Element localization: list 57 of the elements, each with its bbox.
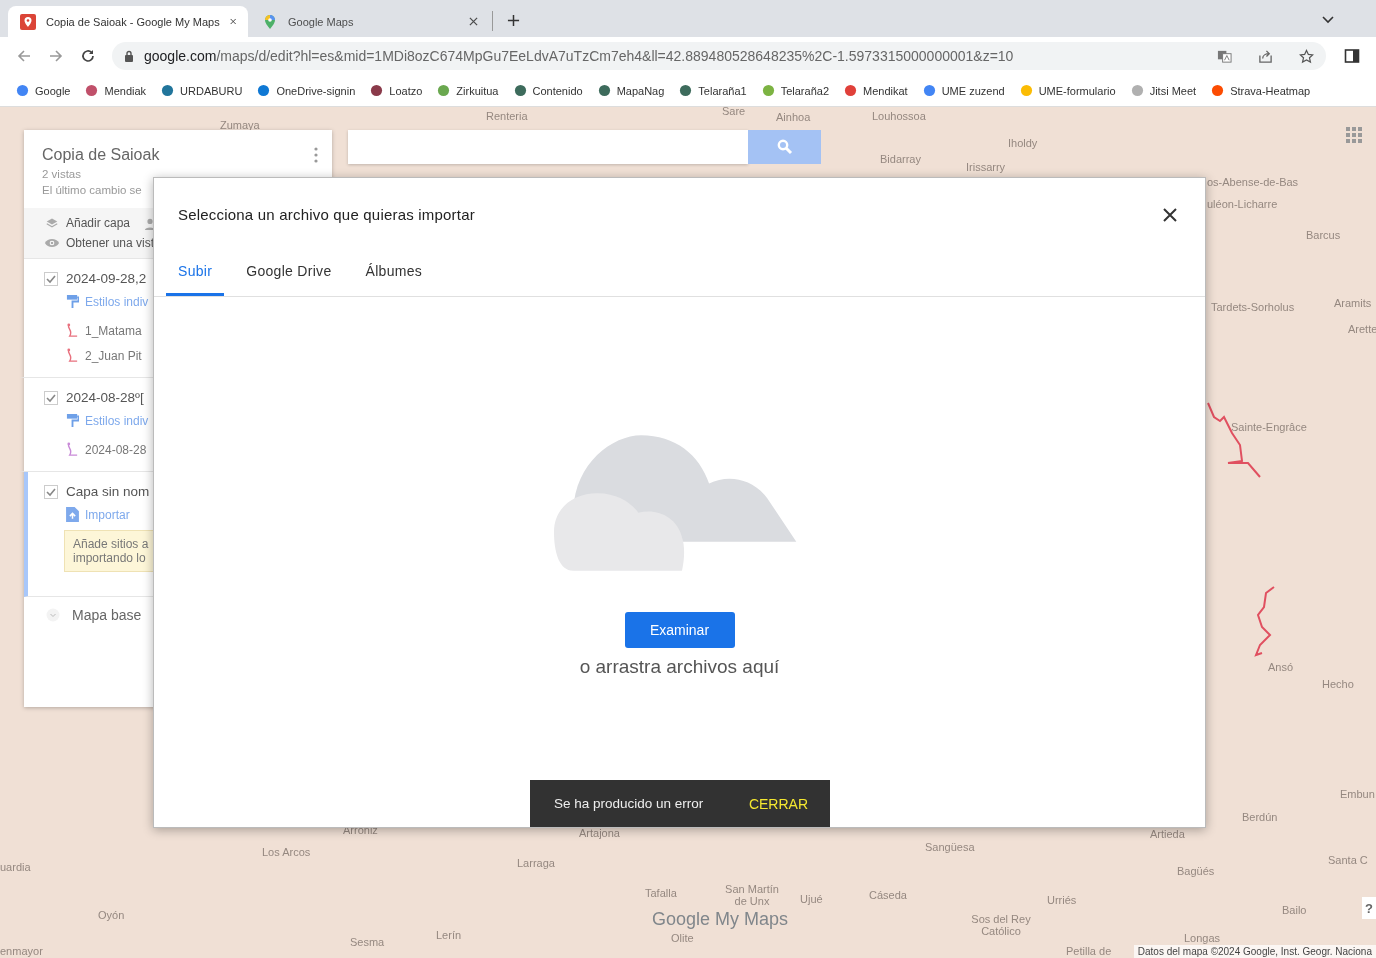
layer-title: 2024-09-28,2 xyxy=(66,271,147,286)
place-label: Artajona xyxy=(579,827,620,839)
place-label: Ansó xyxy=(1268,661,1294,673)
layer-title: 2024-08-28º[ xyxy=(66,390,144,405)
place-label: Arette xyxy=(1348,323,1376,335)
place-label: Lerín xyxy=(436,929,462,941)
place-label: Barcus xyxy=(1306,229,1341,241)
place-label: Santa C xyxy=(1328,854,1368,866)
place-label: Oyón xyxy=(98,909,125,921)
tab-title: Copia de Saioak - Google My Maps xyxy=(46,15,220,28)
place-label: Hecho xyxy=(1322,678,1354,690)
place-label: Los Arcos xyxy=(262,846,311,858)
place-label: Sare xyxy=(722,107,746,117)
place-label: Aramits xyxy=(1334,297,1372,309)
hint-text: Añade sitios a xyxy=(73,537,150,551)
dialog-title: Selecciona un archivo que quieras importar xyxy=(178,206,475,223)
place-label: Ujué xyxy=(800,893,823,905)
place-label: Petilla de xyxy=(1066,945,1112,957)
google-my-maps-logo: Google My Maps xyxy=(652,909,789,930)
place-label: Artieda xyxy=(1150,828,1185,840)
place-label: Sos del Rey Católico xyxy=(970,913,1032,937)
place-label: Olite xyxy=(671,932,694,944)
place-label: Embun xyxy=(1340,788,1375,800)
place-label: Iholdy xyxy=(1008,137,1038,149)
snackbar-message: Se ha producido un error xyxy=(554,796,704,811)
last-change-text: El último cambio se xyxy=(42,184,143,196)
place-label: Bagüés xyxy=(1177,865,1215,877)
layer-title: Capa sin nom xyxy=(66,484,150,499)
place-label: Zumaya xyxy=(220,119,260,131)
view-count: 2 vistas xyxy=(42,168,82,180)
place-label: Longas xyxy=(1184,932,1221,944)
place-label: Berdún xyxy=(1242,811,1278,823)
tab-title: Google Maps xyxy=(288,15,355,28)
place-label: Sesma xyxy=(350,936,385,948)
place-label: Tardets-Sorholus xyxy=(1211,301,1295,313)
drop-hint: o arrastra archivos aquí xyxy=(579,656,780,678)
place-label: Sainte-Engrâce xyxy=(1231,421,1307,433)
hint-text: importando lo xyxy=(73,551,147,565)
map-title: Copia de Saioak xyxy=(42,146,160,164)
url-text: google.com/maps/d/edit?hl=es&mid=1MDi8ozC674MpGu7EeLdvA7uTzCm7eh4&ll=42.889480528648235%2C-1.5973315000000001&z=10 xyxy=(144,48,1014,64)
place-label: Bailo xyxy=(1282,904,1307,916)
place-label: uardia xyxy=(0,861,31,873)
place-label: Irissarry xyxy=(966,161,1006,173)
place-label: Cáseda xyxy=(869,889,907,901)
place-label: enmayor xyxy=(0,945,43,957)
place-label: os-Abense-de-Bas xyxy=(1207,176,1299,188)
place-label: Renteria xyxy=(486,110,528,122)
place-label: Tafalla xyxy=(645,887,677,899)
place-label: San Martín de Unx xyxy=(724,883,780,907)
place-label: Sangüesa xyxy=(925,841,975,853)
place-label: Urriés xyxy=(1047,894,1077,906)
place-label: uléon-Licharre xyxy=(1207,198,1278,210)
place-label: Larraga xyxy=(517,857,555,869)
place-label: Louhossoa xyxy=(872,110,926,122)
place-label: Ainhoa xyxy=(776,111,811,123)
place-label: Bidarray xyxy=(880,153,921,165)
map-attribution: Datos del mapa ©2024 Google, Inst. Geogr. Naciona xyxy=(1133,945,1376,958)
